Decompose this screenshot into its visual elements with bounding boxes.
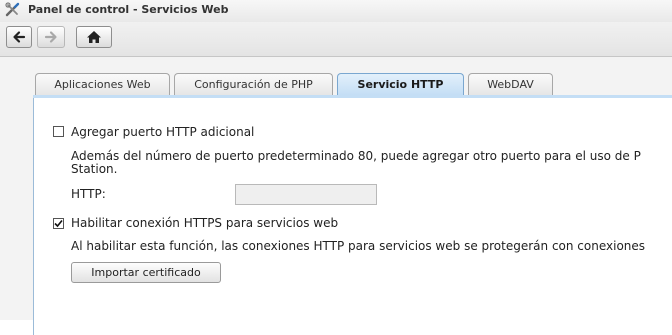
http-field-label: HTTP: — [71, 187, 106, 201]
forward-button[interactable] — [37, 26, 65, 48]
import-certificate-button[interactable]: Importar certificado — [71, 262, 221, 283]
tab-configuracion-php[interactable]: Configuración de PHP — [174, 73, 333, 95]
tab-aplicaciones-web[interactable]: Aplicaciones Web — [35, 73, 170, 95]
control-panel-icon — [5, 2, 20, 17]
http-port-input[interactable] — [235, 184, 377, 205]
arrow-right-icon — [44, 31, 57, 43]
back-button[interactable] — [6, 26, 32, 48]
home-button[interactable] — [76, 26, 112, 48]
checkmark-icon — [54, 219, 63, 228]
title-bar: Panel de control - Servicios Web — [0, 0, 672, 22]
tab-servicio-http[interactable]: Servicio HTTP — [337, 73, 464, 95]
arrow-left-icon — [13, 31, 26, 43]
https-description: Al habilitar esta función, las conexione… — [71, 239, 646, 253]
http-port-description-line1: Además del número de puerto predetermina… — [71, 149, 641, 163]
home-icon — [87, 31, 101, 43]
window-title: Panel de control - Servicios Web — [28, 3, 229, 16]
toolbar — [0, 22, 672, 57]
panel-divider — [33, 95, 672, 98]
tab-webdav[interactable]: WebDAV — [468, 73, 553, 95]
https-checkbox[interactable] — [53, 218, 64, 229]
http-port-label: Agregar puerto HTTP adicional — [71, 125, 255, 139]
https-label: Habilitar conexión HTTPS para servicios … — [71, 216, 339, 230]
http-port-description-line2: Station. — [71, 162, 118, 176]
http-port-checkbox[interactable] — [53, 126, 64, 137]
